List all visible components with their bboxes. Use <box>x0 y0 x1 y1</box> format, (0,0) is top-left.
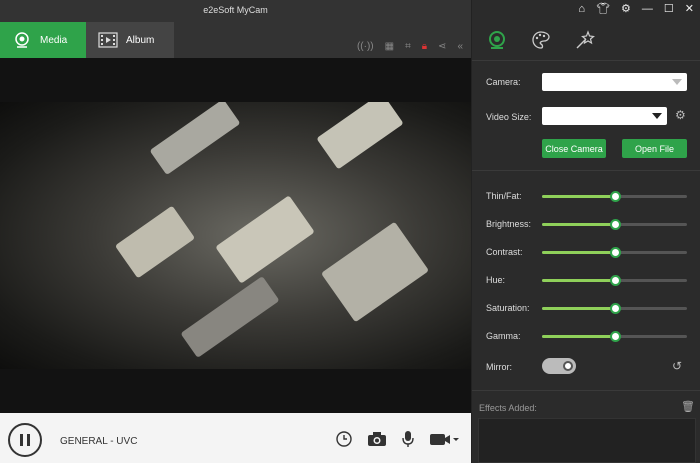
slider-track[interactable] <box>542 275 687 286</box>
chevron-down-icon <box>652 113 662 119</box>
qr-code-icon[interactable]: ▦ <box>385 42 394 52</box>
tab-album[interactable]: Album <box>86 22 174 58</box>
slider-fill <box>542 195 615 198</box>
component-shape <box>215 195 315 284</box>
slider-fill <box>542 251 615 254</box>
window-controls: ⌂ 👕︎ ⚙ — ☐ ✕ <box>578 3 694 15</box>
tab-media[interactable]: Media <box>0 22 86 58</box>
tab-filters[interactable] <box>530 30 552 52</box>
pause-button[interactable] <box>8 423 42 457</box>
slider-fill <box>542 223 615 226</box>
effects-list <box>478 418 696 463</box>
close-camera-button[interactable]: Close Camera <box>542 139 606 158</box>
video-settings-gear-icon[interactable]: ⚙ <box>675 108 686 122</box>
palette-icon <box>531 30 551 52</box>
component-shape <box>114 205 196 279</box>
effects-added-label: Effects Added: <box>479 403 537 413</box>
magic-wand-icon <box>575 30 595 52</box>
playback-bar: GENERAL - UVC <box>0 413 471 463</box>
video-viewer <box>0 58 471 413</box>
slider-knob[interactable] <box>609 191 621 202</box>
component-shape <box>149 102 241 176</box>
slider-track[interactable] <box>542 247 687 258</box>
main-area: e2eSoft MyCam Media Album ((·)) ▦ ⌗ 🔒︎ ⋖… <box>0 0 471 463</box>
slider-fill <box>542 335 615 338</box>
divider <box>472 170 700 171</box>
tab-album-label: Album <box>126 34 155 46</box>
tab-effects[interactable] <box>574 30 596 52</box>
tab-camera-settings[interactable] <box>486 30 508 52</box>
slider-label: Brightness: <box>486 219 532 229</box>
slider-fill <box>542 279 615 282</box>
camera-icon[interactable] <box>367 430 387 450</box>
collapse-icon[interactable]: « <box>457 42 463 52</box>
reset-icon[interactable]: ↺ <box>672 359 682 373</box>
chevron-down-icon <box>672 79 682 85</box>
camera-label: Camera: <box>486 77 521 87</box>
panel-tabs <box>486 30 596 52</box>
slider-label: Hue: <box>486 275 506 285</box>
component-shape <box>316 102 404 170</box>
open-file-button[interactable]: Open File <box>622 139 687 158</box>
film-icon <box>98 30 118 50</box>
view-toolbar: ((·)) ▦ ⌗ 🔒︎ ⋖ « <box>357 42 463 52</box>
tab-media-label: Media <box>40 34 68 46</box>
camera-preview <box>0 102 471 369</box>
effects-header: Effects Added: 🗑︎ <box>472 397 700 417</box>
microphone-icon[interactable] <box>401 430 415 450</box>
slider-knob[interactable] <box>609 275 621 286</box>
video-size-select[interactable] <box>542 107 667 125</box>
capture-controls <box>335 430 459 450</box>
close-icon[interactable]: ✕ <box>685 3 694 15</box>
webcam-icon <box>12 30 32 50</box>
timer-icon[interactable] <box>335 430 353 450</box>
mirror-label: Mirror: <box>486 362 512 372</box>
slider-fill <box>542 307 615 310</box>
slider-track[interactable] <box>542 191 687 202</box>
app-title: e2eSoft MyCam <box>203 5 268 15</box>
divider <box>472 390 700 391</box>
component-shape <box>180 276 280 358</box>
slider-knob[interactable] <box>609 247 621 258</box>
slider-label: Thin/Fat: <box>486 191 522 201</box>
pause-icon <box>20 434 23 446</box>
slider-track[interactable] <box>542 219 687 230</box>
component-shape <box>320 221 430 323</box>
lock-icon[interactable]: 🔒︎ <box>422 42 427 52</box>
camera-select[interactable] <box>542 73 687 91</box>
home-icon[interactable]: ⌂ <box>578 3 585 15</box>
crop-icon[interactable]: ⌗ <box>405 42 411 52</box>
webcam-icon <box>487 30 507 52</box>
broadcast-icon[interactable]: ((·)) <box>357 42 374 52</box>
slider-label: Contrast: <box>486 247 523 257</box>
slider-knob[interactable] <box>609 219 621 230</box>
slider-label: Gamma: <box>486 331 521 341</box>
trash-icon[interactable]: 🗑︎ <box>681 400 695 413</box>
toggle-knob <box>563 361 573 371</box>
slider-knob[interactable] <box>609 303 621 314</box>
slider-knob[interactable] <box>609 331 621 342</box>
slider-label: Saturation: <box>486 303 530 313</box>
share-icon[interactable]: ⋖ <box>438 42 446 52</box>
title-bar: e2eSoft MyCam <box>0 0 471 22</box>
shirt-icon[interactable]: 👕︎ <box>596 3 610 15</box>
gear-icon[interactable]: ⚙ <box>621 3 631 15</box>
device-name: GENERAL - UVC <box>60 436 138 447</box>
slider-track[interactable] <box>542 303 687 314</box>
tab-bar: Media Album <box>0 22 471 58</box>
settings-panel: ⌂ 👕︎ ⚙ — ☐ ✕ Camera: Video Size: ⚙ Close… <box>471 0 700 463</box>
video-camera-icon[interactable] <box>429 430 459 450</box>
slider-track[interactable] <box>542 331 687 342</box>
video-size-label: Video Size: <box>486 112 532 122</box>
maximize-icon[interactable]: ☐ <box>664 3 674 15</box>
minimize-icon[interactable]: — <box>642 3 653 15</box>
mirror-toggle[interactable] <box>542 358 576 374</box>
divider <box>472 60 700 61</box>
